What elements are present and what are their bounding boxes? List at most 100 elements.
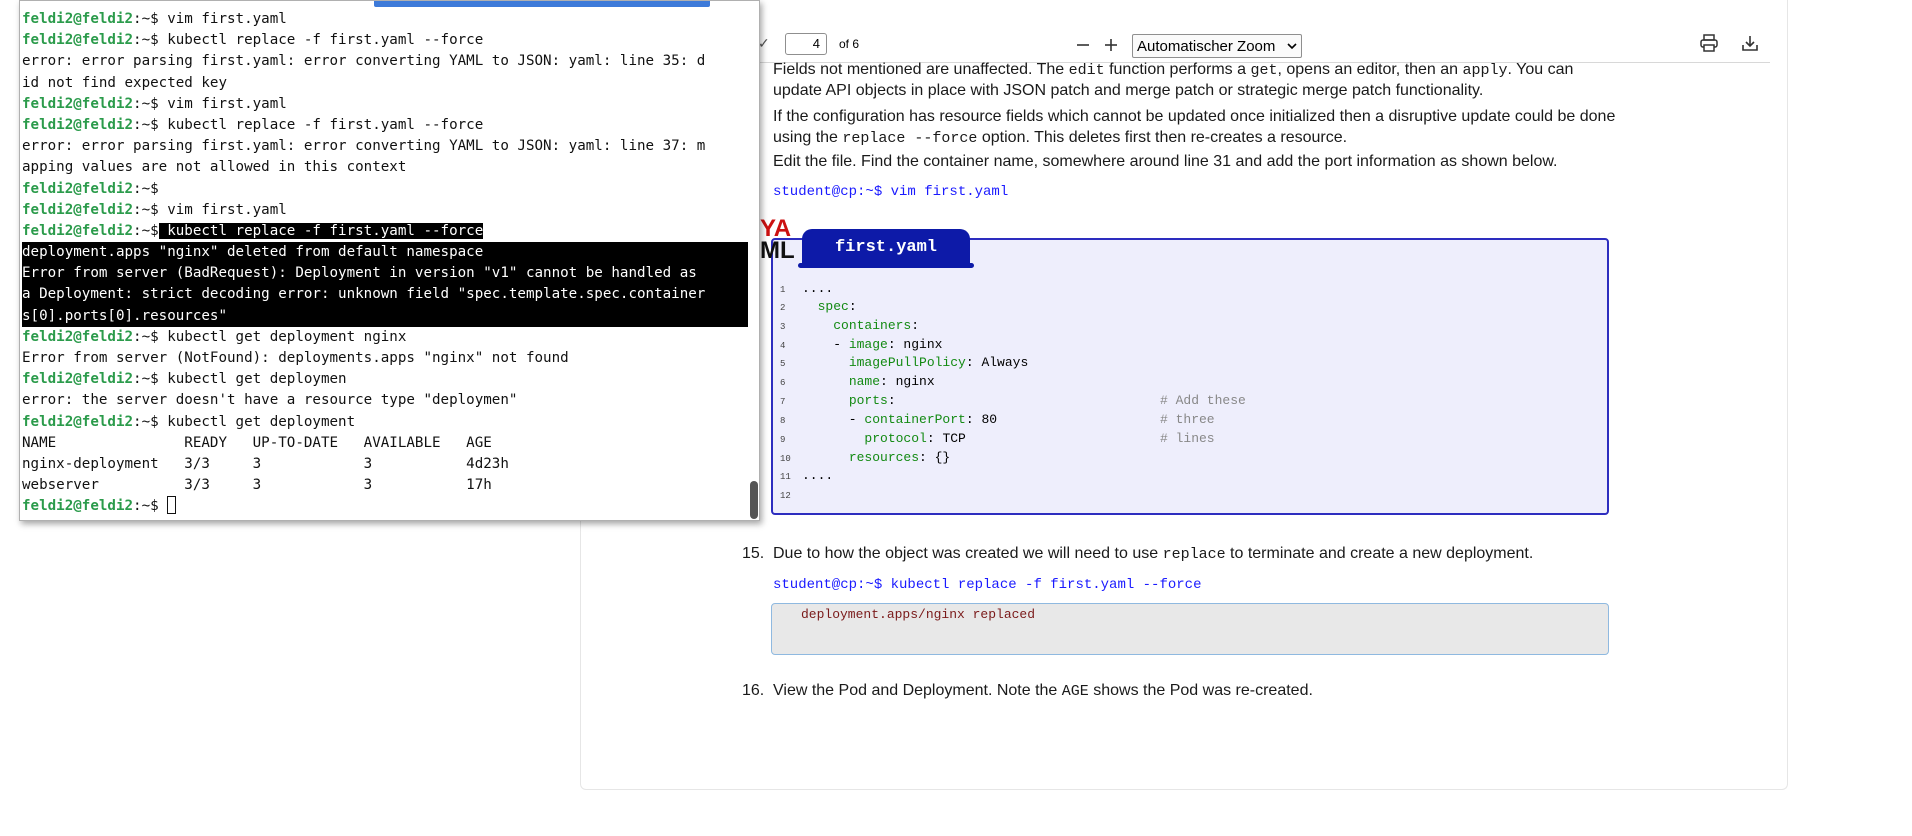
code-listing-title: first.yaml (798, 231, 974, 268)
terminal-command: kubectl get deployment nginx (158, 328, 407, 345)
terminal-line: deployment.apps "nginx" deleted from def… (22, 242, 748, 264)
code-line: 12 (780, 485, 802, 504)
terminal-command (159, 498, 168, 514)
terminal-line: feldi2@feldi2:~$ kubectl replace -f firs… (22, 221, 748, 242)
prompt-user: feldi2@feldi2 (22, 371, 134, 388)
terminal-command: kubectl get deployment (158, 413, 356, 430)
terminal-scrollbar[interactable] (750, 481, 758, 519)
prompt-path: :~$ (133, 11, 159, 27)
terminal-window[interactable]: feldi2@feldi2:~$ vim first.yaml feldi2@fe… (19, 0, 760, 521)
terminal-line: feldi2@feldi2:~$ kubectl get deployment … (22, 327, 748, 348)
yaml-key: resources (848, 450, 920, 465)
yaml-key: containerPort (864, 412, 966, 427)
print-button[interactable] (1697, 31, 1721, 55)
yaml-key: spec (817, 299, 849, 314)
terminal-command: vim first.yaml (158, 11, 287, 27)
terminal-line: feldi2@feldi2:~$ kubectl replace -f firs… (22, 30, 748, 51)
terminal-text: Error from server (BadRequest): Deployme… (22, 265, 697, 282)
code-line: 10 resources: {} (780, 448, 950, 467)
terminal-text: id not find expected key (22, 74, 227, 91)
step-16-text: View the Pod and Deployment. Note the AG… (773, 682, 1313, 700)
terminal-command: vim first.yaml (158, 95, 287, 112)
terminal-line: Error from server (BadRequest): Deployme… (22, 263, 748, 285)
prompt-user: feldi2@feldi2 (22, 328, 134, 345)
prompt-user: feldi2@feldi2 (22, 498, 134, 515)
prompt-user: feldi2@feldi2 (22, 95, 134, 112)
page-total-label: of 6 (839, 37, 860, 51)
yaml-key: ports (848, 393, 888, 408)
terminal-line: feldi2@feldi2:~$ vim first.yaml (22, 9, 748, 30)
terminal-command: kubectl replace -f first.yaml --force (158, 222, 484, 239)
zoom-in-button[interactable] (1099, 33, 1123, 57)
prompt-user: feldi2@feldi2 (22, 201, 134, 218)
terminal-text: error: the server doesn't have a resourc… (22, 392, 518, 409)
terminal-line: Error from server (NotFound): deployment… (22, 348, 748, 369)
code-line: 1.... (780, 279, 833, 298)
step-15-text: Due to how the object was created we wil… (773, 545, 1534, 563)
terminal-line: nginx-deployment 3/3 3 3 4d23h (22, 454, 748, 475)
terminal-line: error: error parsing first.yaml: error c… (22, 51, 748, 72)
terminal-line: feldi2@feldi2:~$ kubectl replace -f firs… (22, 115, 748, 136)
yaml-logo: YA ML (760, 215, 795, 264)
terminal-command: kubectl replace -f first.yaml --force (158, 116, 484, 133)
doc-paragraph-1: Fields not mentioned are unaffected. The… (773, 61, 1574, 79)
yaml-comment: # lines (1160, 431, 1215, 446)
terminal-line: feldi2@feldi2:~$ vim first.yaml (22, 200, 748, 221)
terminal-line: feldi2@feldi2:~$ (22, 179, 748, 200)
terminal-output[interactable]: feldi2@feldi2:~$ vim first.yaml feldi2@fe… (22, 9, 748, 518)
terminal-line: id not find expected key (22, 73, 748, 94)
yaml-key: protocol (864, 431, 927, 446)
chevron-down-icon (1287, 43, 1297, 50)
step-16-number: 16. (742, 682, 765, 699)
terminal-text: s[0].ports[0].resources" (22, 307, 227, 324)
minus-icon (1077, 44, 1089, 46)
terminal-text: nginx-deployment 3/3 3 3 4d23h (22, 455, 509, 472)
terminal-line: feldi2@feldi2:~$ (22, 496, 748, 517)
terminal-line: a Deployment: strict decoding error: unk… (22, 284, 748, 306)
terminal-cursor (167, 496, 177, 515)
code-line: 5 imagePullPolicy: Always (780, 353, 1028, 372)
doc-paragraph-2b: using the replace --force option. This d… (773, 129, 1348, 147)
code-line: 11.... (780, 466, 833, 485)
prompt-user: feldi2@feldi2 (22, 116, 134, 133)
prompt-user: feldi2@feldi2 (22, 180, 134, 197)
terminal-line: feldi2@feldi2:~$ vim first.yaml (22, 94, 748, 115)
prompt-path: :~$ (133, 180, 159, 197)
prompt-path: :~$ (133, 413, 159, 430)
prompt-path: :~$ (133, 371, 159, 388)
terminal-text: deployment.apps "nginx" deleted from def… (22, 244, 484, 261)
yaml-comment: # three (1160, 412, 1215, 427)
code-line: 4 - image: nginx (780, 335, 942, 354)
prompt-path: :~$ (133, 95, 159, 112)
terminal-text: a Deployment: strict decoding error: unk… (22, 286, 706, 303)
terminal-line: s[0].ports[0].resources" (22, 305, 748, 327)
code-line: 9 protocol: TCP # lines (780, 429, 1215, 448)
command-prompt-2: student@cp:~$ kubectl replace -f first.y… (773, 577, 1202, 593)
terminal-line: webserver 3/3 3 3 17h (22, 475, 748, 496)
terminal-text: webserver 3/3 3 3 17h (22, 477, 492, 494)
terminal-line: feldi2@feldi2:~$ kubectl get deploymen (22, 369, 748, 390)
doc-paragraph-2: If the configuration has resource fields… (773, 108, 1616, 125)
download-button[interactable] (1738, 31, 1762, 55)
terminal-command: kubectl get deploymen (158, 371, 347, 388)
page-number-input[interactable]: 4 (785, 33, 827, 55)
terminal-text: error: error parsing first.yaml: error c… (22, 53, 706, 70)
terminal-text: apping values are not allowed in this co… (22, 159, 407, 176)
doc-paragraph-3: Edit the file. Find the container name, … (773, 153, 1558, 170)
terminal-text: error: error parsing first.yaml: error c… (22, 138, 706, 155)
zoom-select-value: Automatischer Zoom (1137, 37, 1276, 55)
prompt-path: :~$ (133, 498, 159, 515)
terminal-line: feldi2@feldi2:~$ kubectl get deployment (22, 412, 748, 433)
pdf-toolbar: ✓ 4 of 6 Automatischer Zoom (745, 28, 1770, 63)
terminal-line: apping values are not allowed in this co… (22, 157, 748, 178)
command-prompt-1: student@cp:~$ vim first.yaml (773, 184, 1009, 200)
yaml-key: name (848, 374, 881, 389)
zoom-out-button[interactable] (1071, 33, 1095, 57)
command-output: deployment.apps/nginx replaced (801, 607, 1036, 622)
prompt-user: feldi2@feldi2 (22, 11, 134, 27)
zoom-select[interactable]: Automatischer Zoom (1132, 34, 1302, 58)
line-number: 12 (780, 491, 791, 501)
code-line: 7 ports: # Add these (780, 391, 1246, 410)
terminal-line: NAME READY UP-TO-DATE AVAILABLE AGE (22, 433, 748, 454)
code-line: 2 spec: (780, 297, 857, 316)
